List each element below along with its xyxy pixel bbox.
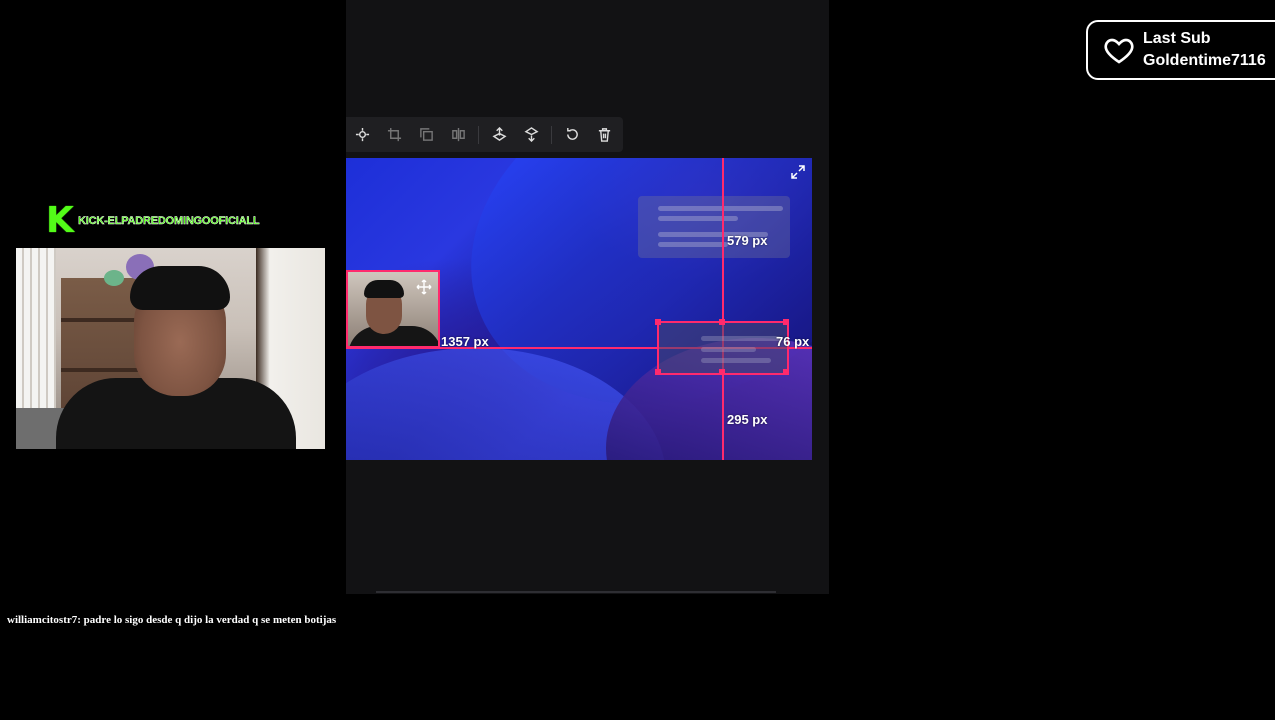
duplicate-icon (419, 128, 433, 141)
kick-channel-badge: K KICK-ELPADREDOMINGOOFICIALL (46, 200, 260, 241)
center-icon (355, 127, 369, 142)
last-sub-username: Goldentime7116 (1143, 52, 1266, 69)
resize-handle[interactable] (783, 369, 789, 375)
webcam-feed (16, 248, 325, 449)
kick-channel-name: KICK-ELPADREDOMINGOOFICIALL (78, 215, 260, 227)
reset-button[interactable] (556, 117, 588, 152)
distance-bottom-label: 295 px (727, 412, 768, 427)
distance-right-label: 76 px (776, 334, 810, 349)
overlay-editor-panel: 579 px 1357 px 76 px 295 px (346, 0, 829, 594)
last-sub-widget: Last Sub Goldentime7116 (1086, 20, 1275, 80)
chat-message: williamcitostr7: padre lo sigo desde q d… (7, 614, 337, 626)
delete-button[interactable] (588, 117, 620, 152)
resize-handle[interactable] (655, 319, 661, 325)
bring-forward-button[interactable] (483, 117, 515, 152)
flip-button[interactable] (442, 117, 474, 152)
heart-icon (1104, 38, 1134, 64)
element-toolbar (346, 117, 623, 152)
resize-handle[interactable] (655, 369, 661, 375)
move-icon[interactable] (416, 279, 432, 295)
center-button[interactable] (346, 117, 378, 152)
selected-widget[interactable] (655, 319, 789, 375)
send-backward-button[interactable] (515, 117, 547, 152)
distance-left-label: 1357 px (441, 334, 489, 349)
duplicate-button[interactable] (410, 117, 442, 152)
resize-handle[interactable] (719, 369, 725, 375)
overlay-canvas[interactable]: 579 px 1357 px 76 px 295 px (346, 158, 812, 460)
send-backward-icon (523, 127, 539, 142)
flip-icon (451, 127, 465, 142)
bring-forward-icon (491, 127, 507, 141)
ghost-widget[interactable] (638, 196, 790, 258)
crop-button[interactable] (378, 117, 410, 152)
last-sub-title: Last Sub (1143, 30, 1211, 47)
vertical-guide-line (722, 158, 724, 460)
resize-handle[interactable] (719, 319, 725, 325)
kick-logo-icon: K (46, 200, 74, 241)
expand-icon[interactable] (790, 164, 806, 180)
resize-handle[interactable] (783, 319, 789, 325)
crop-icon (387, 127, 401, 142)
distance-top-label: 579 px (727, 233, 768, 248)
horizontal-scrollbar[interactable] (376, 591, 776, 593)
delete-icon (598, 128, 610, 142)
reset-icon (566, 127, 578, 140)
